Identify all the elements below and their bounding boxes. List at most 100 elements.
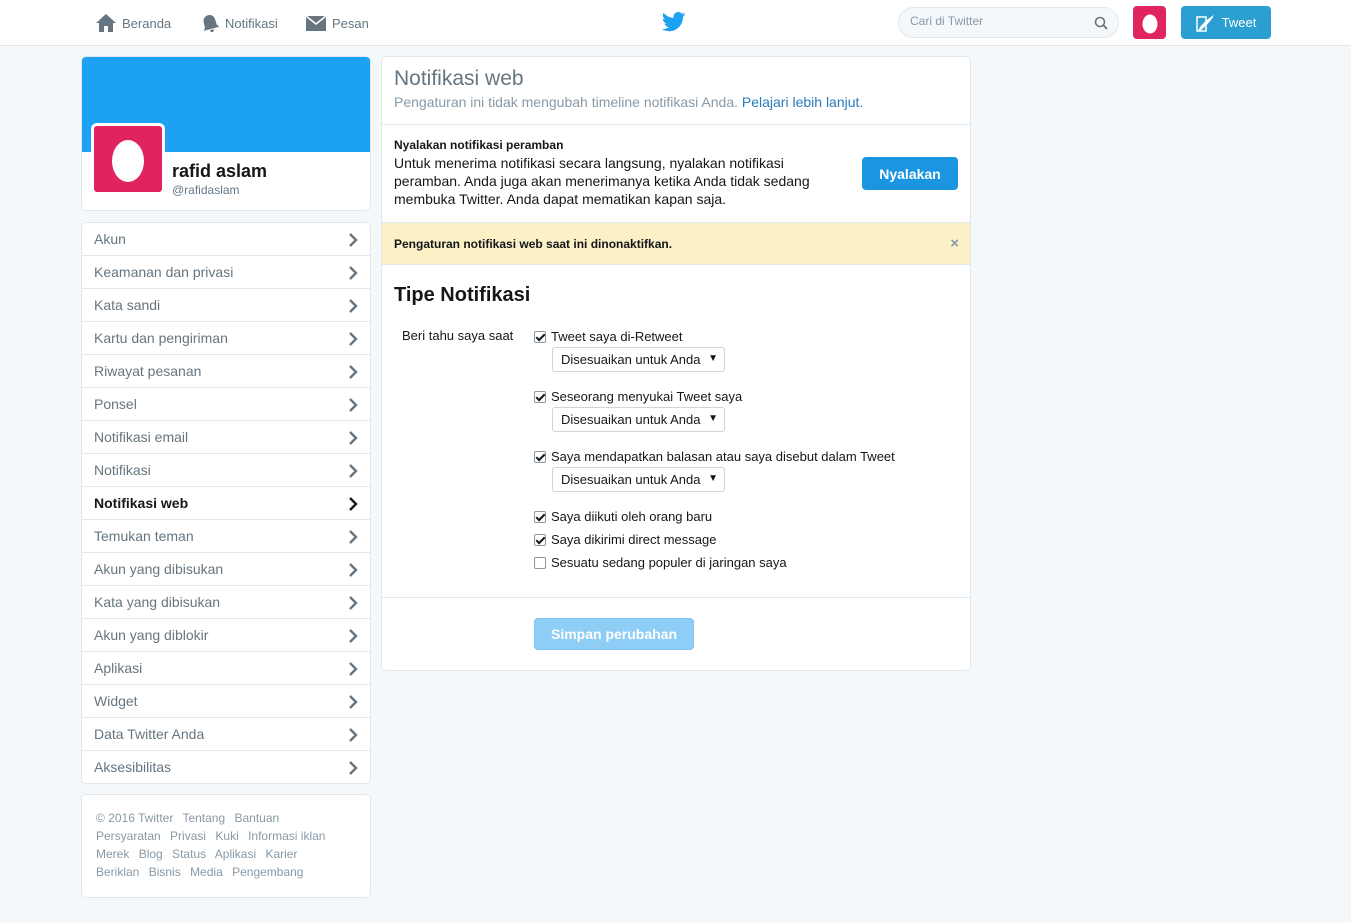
notification-option-label[interactable]: Sesuatu sedang populer di jaringan saya (551, 555, 787, 570)
home-icon (96, 14, 116, 32)
settings-menu-item[interactable]: Temukan teman (82, 519, 370, 552)
settings-menu-item-label: Aplikasi (94, 660, 143, 676)
settings-menu-item[interactable]: Keamanan dan privasi (82, 255, 370, 288)
settings-menu-item[interactable]: Riwayat pesanan (82, 354, 370, 387)
settings-menu-item[interactable]: Widget (82, 684, 370, 717)
user-avatar-menu[interactable] (1133, 6, 1166, 39)
twitter-logo[interactable] (661, 12, 686, 35)
chevron-right-icon (349, 464, 358, 478)
settings-menu-item[interactable]: Aksesibilitas (82, 750, 370, 783)
learn-more-link[interactable]: Pelajari lebih lanjut. (742, 94, 863, 110)
notification-filter-select[interactable]: Disesuaikan untuk Anda ▼ (552, 407, 725, 432)
settings-menu-item-label: Akun yang diblokir (94, 627, 209, 643)
envelope-icon (305, 15, 327, 31)
notification-checkbox[interactable] (534, 390, 546, 403)
settings-menu-item[interactable]: Notifikasi email (82, 420, 370, 453)
settings-menu: Akun Keamanan dan privasi Kata sandi Kartu … (81, 222, 371, 784)
search-input[interactable] (910, 14, 1090, 28)
notification-option-label[interactable]: Saya diikuti oleh orang baru (551, 509, 712, 524)
notification-option-label[interactable]: Saya mendapatkan balasan atau saya diseb… (551, 449, 895, 464)
notification-option: Sesuatu sedang populer di jaringan saya (534, 555, 787, 570)
notification-option-label[interactable]: Saya dikirimi direct message (551, 532, 716, 547)
search-box[interactable] (898, 7, 1119, 38)
twitter-bird-icon (661, 12, 686, 32)
chevron-right-icon (349, 365, 358, 379)
settings-menu-item[interactable]: Akun yang dibisukan (82, 552, 370, 585)
profile-name[interactable]: rafid aslam (172, 161, 267, 182)
settings-menu-item[interactable]: Notifikasi (82, 453, 370, 486)
footer-link[interactable]: Merek (96, 847, 129, 861)
notification-option: Saya mendapatkan balasan atau saya diseb… (534, 449, 895, 464)
notification-checkbox[interactable] (534, 556, 546, 569)
notification-checkbox[interactable] (534, 510, 546, 523)
footer-link[interactable]: Bisnis (149, 865, 181, 879)
notification-checkbox[interactable] (534, 533, 546, 546)
settings-menu-item-label: Data Twitter Anda (94, 726, 205, 742)
footer-link[interactable]: Media (190, 865, 223, 879)
page-subtitle-text: Pengaturan ini tidak mengubah timeline n… (394, 94, 738, 110)
settings-menu-item-label: Riwayat pesanan (94, 363, 202, 379)
settings-menu-item[interactable]: Aplikasi (82, 651, 370, 684)
settings-menu-item-label: Keamanan dan privasi (94, 264, 234, 280)
footer-link[interactable]: Privasi (170, 829, 206, 843)
disabled-alert: Pengaturan notifikasi web saat ini dinon… (382, 222, 970, 265)
close-icon[interactable]: × (950, 235, 959, 252)
footer-link[interactable]: Kuki (215, 829, 238, 843)
profile-handle[interactable]: @rafidaslam (172, 183, 240, 197)
chevron-right-icon (349, 398, 358, 412)
notification-option: Seseorang menyukai Tweet saya (534, 389, 742, 404)
settings-menu-item-label: Notifikasi web (94, 495, 189, 511)
main-content-panel: Notifikasi web Pengaturan ini tidak meng… (381, 56, 971, 671)
footer-links: © 2016 Twitter Tentang Bantuan Persyarat… (96, 809, 356, 881)
nav-home-label: Beranda (122, 15, 172, 31)
footer-link[interactable]: Status (172, 847, 206, 861)
nav-messages[interactable]: Pesan (305, 0, 369, 46)
chevron-right-icon (349, 629, 358, 643)
search-icon[interactable] (1094, 16, 1108, 30)
save-changes-button[interactable]: Simpan perubahan (534, 618, 694, 650)
footer-link[interactable]: Karier (265, 847, 297, 861)
footer-link[interactable]: Aplikasi (215, 847, 256, 861)
notification-checkbox[interactable] (534, 450, 546, 463)
footer-link[interactable]: Blog (139, 847, 163, 861)
notification-option-label[interactable]: Seseorang menyukai Tweet saya (551, 389, 742, 404)
egg-avatar-icon (112, 140, 144, 182)
settings-menu-item[interactable]: Kartu dan pengiriman (82, 321, 370, 354)
settings-menu-item-label: Widget (94, 693, 138, 709)
chevron-right-icon (349, 563, 358, 577)
compose-tweet-button[interactable]: Tweet (1181, 6, 1271, 39)
notify-me-when-label: Beri tahu saya saat (402, 328, 514, 343)
notification-option-label[interactable]: Tweet saya di-Retweet (551, 329, 683, 344)
settings-menu-item[interactable]: Ponsel (82, 387, 370, 420)
footer-link[interactable]: Bantuan (235, 811, 280, 825)
settings-menu-item-label: Notifikasi email (94, 429, 189, 445)
notification-filter-value: Disesuaikan untuk Anda (561, 352, 701, 367)
notification-filter-select[interactable]: Disesuaikan untuk Anda ▼ (552, 467, 725, 492)
settings-menu-item-label: Akun (94, 231, 126, 247)
footer-link[interactable]: Informasi iklan (248, 829, 325, 843)
nav-notifications-label: Notifikasi (225, 15, 278, 31)
settings-menu-item[interactable]: Kata yang dibisukan (82, 585, 370, 618)
chevron-right-icon (349, 728, 358, 742)
nav-home[interactable]: Beranda (95, 0, 171, 46)
chevron-right-icon (349, 332, 358, 346)
footer-link[interactable]: Tentang (182, 811, 225, 825)
enable-browser-notifications-button[interactable]: Nyalakan (862, 157, 958, 190)
settings-menu-item[interactable]: Akun yang diblokir (82, 618, 370, 651)
settings-menu-item[interactable]: Data Twitter Anda (82, 717, 370, 750)
quill-icon (1195, 14, 1214, 32)
settings-menu-item[interactable]: Kata sandi (82, 288, 370, 321)
nav-notifications[interactable]: Notifikasi (200, 0, 278, 46)
browser-notification-title: Nyalakan notifikasi peramban (394, 138, 564, 152)
disabled-alert-text: Pengaturan notifikasi web saat ini dinon… (394, 237, 673, 251)
settings-menu-item[interactable]: Akun (82, 223, 370, 255)
notification-filter-select[interactable]: Disesuaikan untuk Anda ▼ (552, 347, 725, 372)
settings-menu-item-label: Ponsel (94, 396, 137, 412)
notification-checkbox[interactable] (534, 330, 546, 343)
footer-link[interactable]: Pengembang (232, 865, 303, 879)
egg-avatar-icon (1142, 14, 1157, 33)
settings-menu-item[interactable]: Notifikasi web (82, 486, 370, 519)
footer-link[interactable]: Beriklan (96, 865, 139, 879)
footer-link[interactable]: Persyaratan (96, 829, 161, 843)
profile-avatar[interactable] (91, 123, 165, 195)
